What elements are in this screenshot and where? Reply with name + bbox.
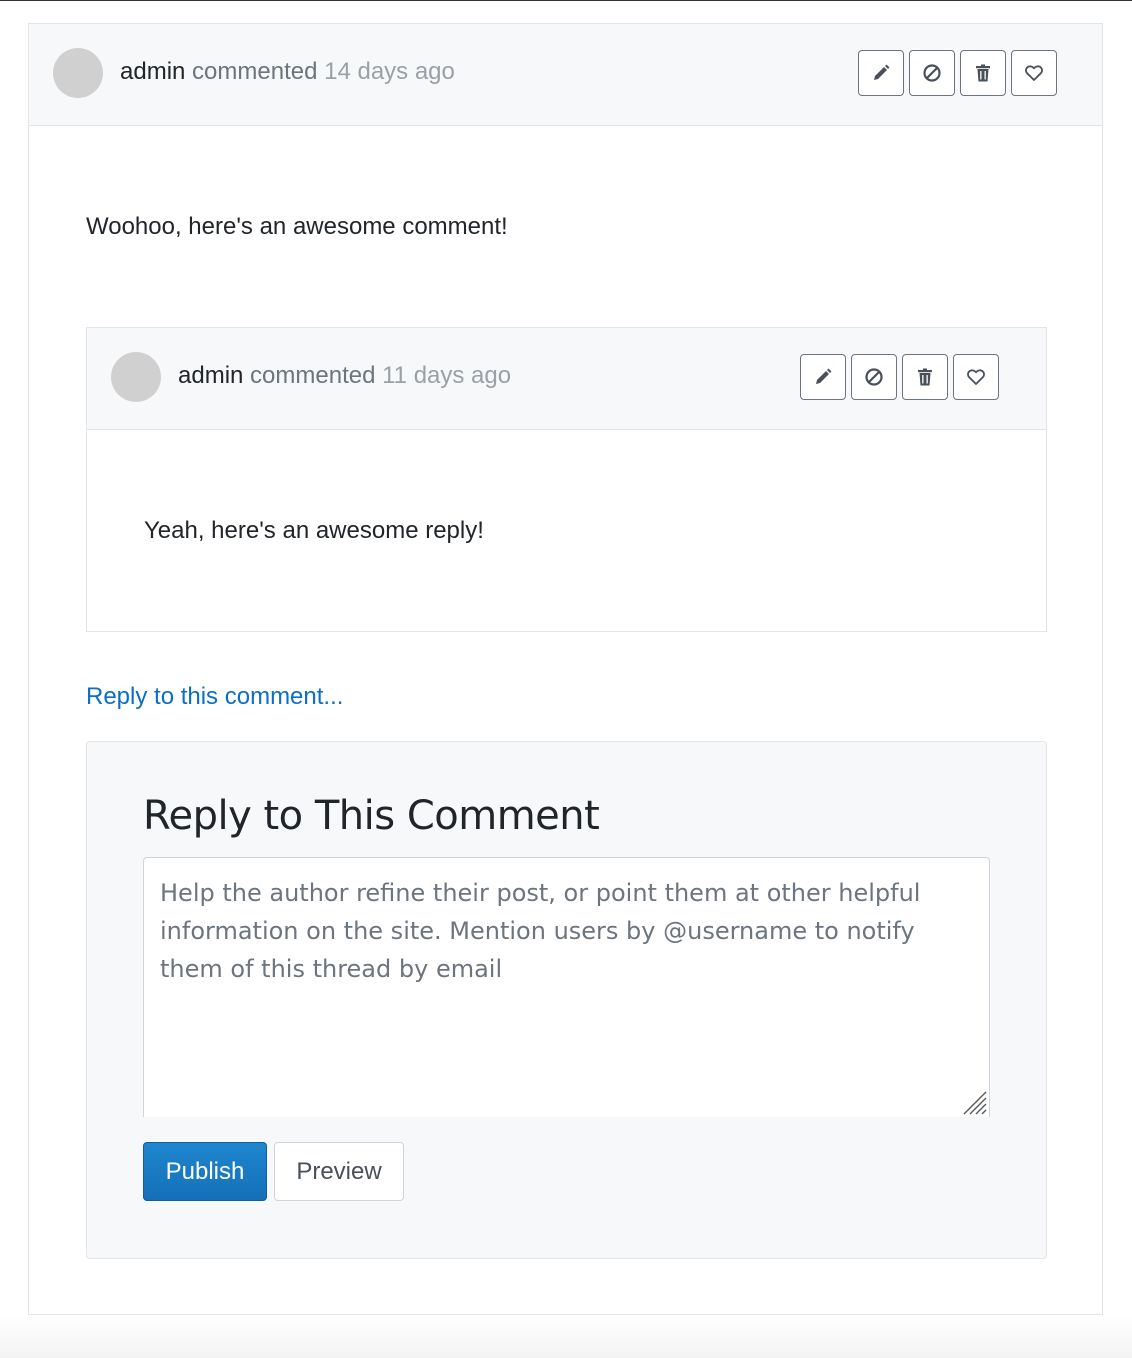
reply-card: admin commented 11 days ago Yeah, here's…	[86, 327, 1047, 632]
heart-icon	[967, 369, 985, 385]
preview-button[interactable]: Preview	[274, 1142, 404, 1201]
edit-button[interactable]	[800, 354, 846, 400]
edit-icon	[874, 64, 890, 80]
trash-icon	[918, 368, 932, 386]
reply-meta: admin commented 11 days ago	[178, 361, 511, 391]
edit-icon	[816, 368, 832, 384]
author-name[interactable]: admin	[120, 58, 185, 85]
block-icon	[923, 64, 941, 82]
block-button[interactable]	[851, 354, 897, 400]
reply-to-comment-link[interactable]: Reply to this comment...	[86, 682, 343, 712]
avatar[interactable]	[111, 352, 161, 402]
comment-header: admin commented 14 days ago	[29, 24, 1102, 126]
block-icon	[865, 368, 883, 386]
publish-button[interactable]: Publish	[143, 1142, 267, 1201]
reply-actions	[800, 354, 999, 400]
reply-form-title: Reply to This Comment	[143, 793, 600, 839]
comment-body: Woohoo, here's an awesome comment!	[86, 213, 508, 240]
like-button[interactable]	[1011, 50, 1057, 96]
comment-verb: commented	[250, 362, 376, 389]
trash-icon	[976, 64, 990, 82]
heart-icon	[1025, 65, 1043, 81]
avatar[interactable]	[53, 48, 103, 98]
reply-form: Reply to This Comment Publish Preview	[86, 741, 1047, 1259]
comment-timestamp[interactable]: 11 days ago	[382, 362, 511, 389]
edit-button[interactable]	[858, 50, 904, 96]
reply-body: Yeah, here's an awesome reply!	[144, 517, 484, 544]
reply-textarea[interactable]	[143, 857, 990, 1117]
delete-button[interactable]	[902, 354, 948, 400]
top-divider	[0, 0, 1132, 1]
like-button[interactable]	[953, 354, 999, 400]
delete-button[interactable]	[960, 50, 1006, 96]
comment-card: admin commented 14 days ago Woohoo, here…	[28, 23, 1103, 1315]
author-name[interactable]: admin	[178, 362, 243, 389]
reply-header: admin commented 11 days ago	[87, 328, 1046, 430]
comment-verb: commented	[192, 58, 318, 85]
comment-meta: admin commented 14 days ago	[120, 57, 455, 87]
bottom-shadow	[0, 1316, 1132, 1358]
comment-actions	[858, 50, 1057, 96]
comment-timestamp[interactable]: 14 days ago	[324, 58, 455, 85]
block-button[interactable]	[909, 50, 955, 96]
